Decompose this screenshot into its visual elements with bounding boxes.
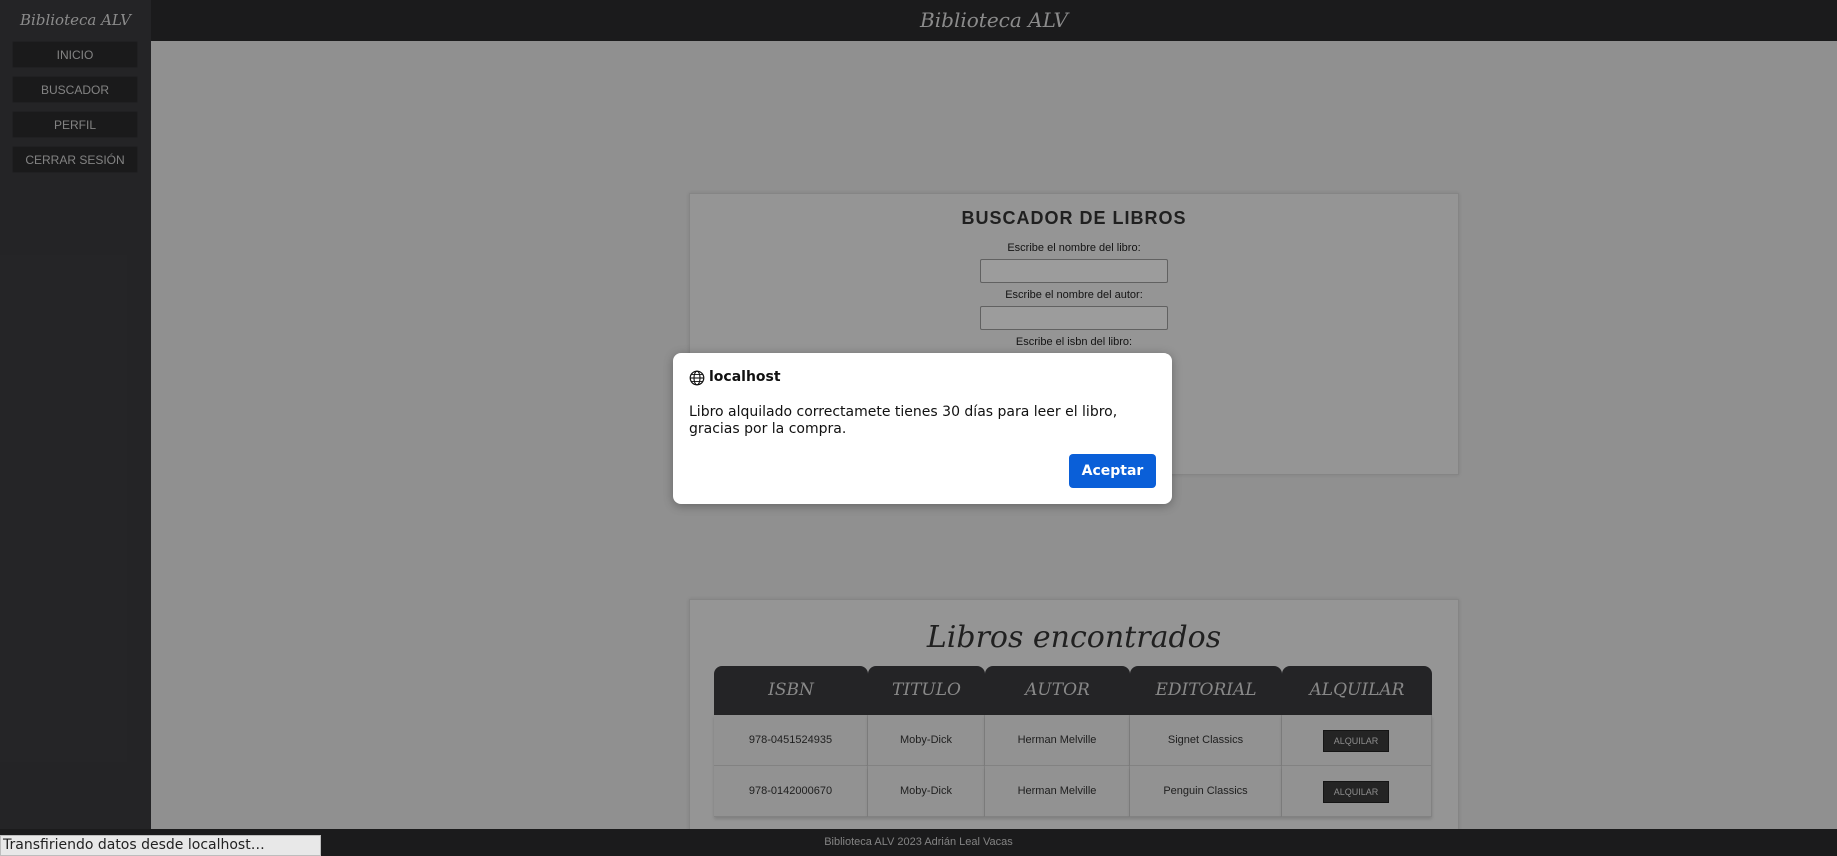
dialog-message: Libro alquilado correctamete tienes 30 d… [689, 404, 1118, 437]
globe-icon [689, 370, 705, 386]
dialog-host: localhost [709, 369, 781, 385]
alert-dialog: localhost Libro alquilado correctamete t… [673, 353, 1172, 504]
accept-button[interactable]: Aceptar [1069, 454, 1156, 488]
status-bar: Transfiriendo datos desde localhost… [0, 835, 321, 856]
